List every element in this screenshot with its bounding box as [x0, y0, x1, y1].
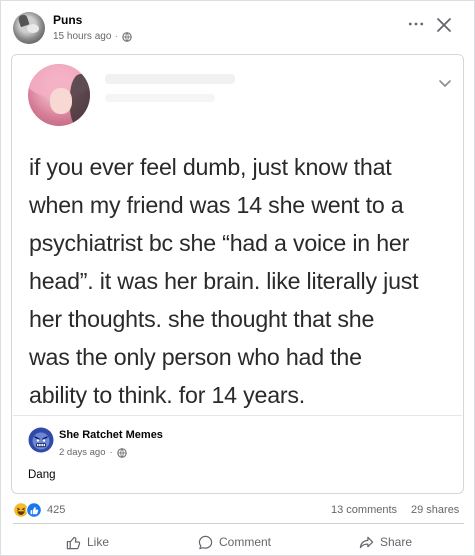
- original-post-info: She Ratchet Memes 2 days ago · Dang: [13, 417, 462, 493]
- tweet-line: head”. it was her brain. like literally …: [29, 268, 419, 294]
- haha-reaction-icon: [13, 502, 29, 518]
- avatar-snout: [27, 24, 39, 33]
- tweet-author-avatar: [28, 64, 90, 126]
- comment-button[interactable]: Comment: [198, 531, 271, 553]
- post-meta: 15 hours ago ·: [53, 31, 132, 42]
- original-page-name[interactable]: She Ratchet Memes: [59, 429, 163, 441]
- original-caption: Dang: [28, 469, 56, 481]
- comment-bubble-icon: [198, 535, 213, 549]
- share-label: Share: [380, 535, 413, 549]
- meta-separator: ·: [115, 32, 119, 41]
- post-timestamp[interactable]: 15 hours ago: [53, 31, 111, 42]
- close-icon[interactable]: [434, 15, 454, 35]
- tweet-line: psychiatrist bc she “had a voice in her: [29, 230, 410, 256]
- like-reaction-icon: [26, 502, 42, 518]
- tweet-line: ability to think. for 14 years.: [29, 382, 306, 408]
- comments-count[interactable]: 13 comments: [331, 504, 397, 516]
- original-page-avatar[interactable]: [28, 427, 54, 453]
- blurred-author-handle: [105, 94, 215, 102]
- tweet-text: if you ever feel dumb, just know that wh…: [29, 148, 454, 414]
- like-label: Like: [87, 535, 110, 549]
- reaction-icons[interactable]: [13, 502, 43, 518]
- shares-count[interactable]: 29 shares: [411, 504, 459, 516]
- post-card: Puns 15 hours ago · if you ever feel dum…: [0, 0, 475, 556]
- avatar-face: [50, 88, 72, 114]
- tweet-line: her thoughts. she thought that she: [29, 306, 375, 332]
- share-arrow-icon: [359, 536, 374, 548]
- tweet-line: if you ever feel dumb, just know that: [29, 154, 392, 180]
- page-name[interactable]: Puns: [53, 13, 82, 27]
- chevron-down-icon: [439, 80, 451, 87]
- original-post-meta: 2 days ago ·: [59, 447, 127, 458]
- more-dots-icon[interactable]: [405, 15, 427, 35]
- avatar-shade: [70, 74, 90, 126]
- page-avatar[interactable]: [13, 12, 45, 44]
- reactions-bar: 425 13 comments 29 shares: [1, 499, 475, 521]
- reaction-count[interactable]: 425: [47, 504, 65, 516]
- like-button[interactable]: Like: [66, 531, 109, 553]
- thumbs-up-icon: [66, 536, 81, 549]
- divider: [13, 523, 464, 524]
- original-timestamp[interactable]: 2 days ago: [59, 447, 105, 458]
- post-actions: Like Comment Share: [1, 527, 475, 556]
- globe-icon: [116, 447, 127, 458]
- tweet-line: when my friend was 14 she went to a: [29, 192, 404, 218]
- meta-separator: ·: [109, 447, 113, 458]
- shared-post-card[interactable]: if you ever feel dumb, just know that wh…: [11, 54, 464, 494]
- comment-label: Comment: [219, 535, 272, 549]
- tweet-line: was the only person who had the: [29, 344, 362, 370]
- tweet-screenshot-image[interactable]: if you ever feel dumb, just know that wh…: [13, 56, 462, 416]
- post-header: Puns 15 hours ago ·: [1, 1, 475, 51]
- blurred-author-name: [105, 74, 235, 84]
- globe-icon: [122, 31, 132, 42]
- share-button[interactable]: Share: [359, 531, 412, 553]
